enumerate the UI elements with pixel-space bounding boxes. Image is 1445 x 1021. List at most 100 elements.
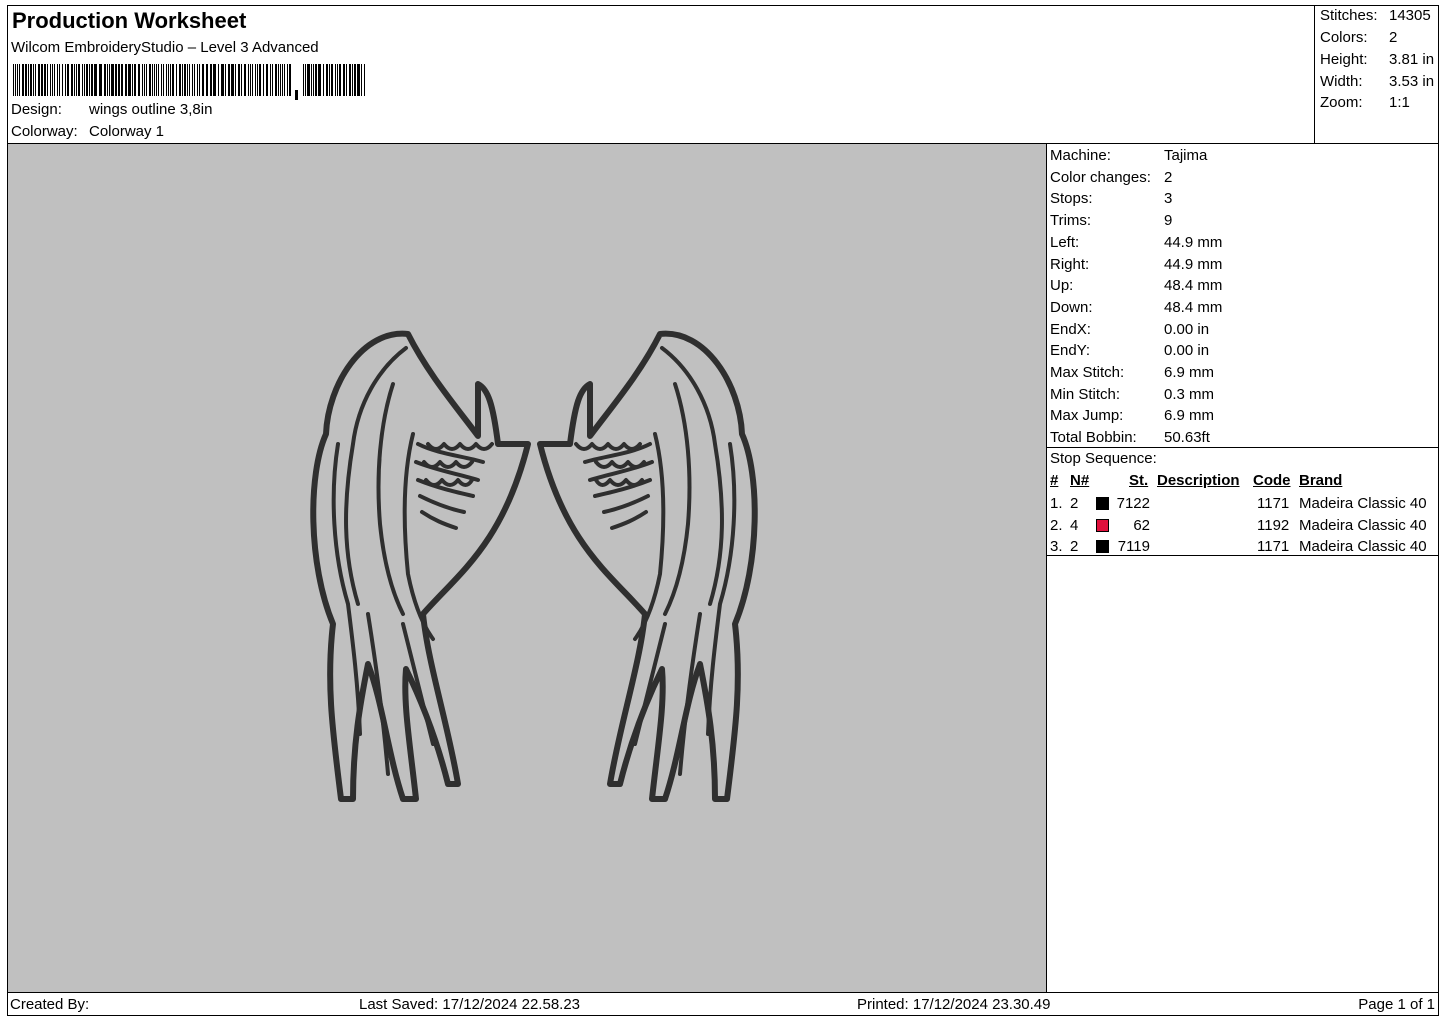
machine-info-label: Max Stitch: — [1050, 364, 1125, 381]
machine-info-row: Trims: 9 — [1050, 212, 1172, 229]
design-stats: Stitches: 14305 Colors: 2 Height: 3.81 in W… — [1314, 5, 1441, 144]
stat-value: 1:1 — [1389, 94, 1410, 111]
stat-label: Width: — [1320, 73, 1363, 90]
machine-info-row: Max Jump: 6.9 mm — [1050, 407, 1214, 424]
wings-design-image — [310, 330, 758, 802]
design-canvas[interactable] — [7, 143, 1047, 993]
stop-sequence-title: Stop Sequence: — [1050, 450, 1157, 467]
stop-code: 1171 — [1257, 495, 1290, 512]
machine-info-row: Stops: 3 — [1050, 190, 1172, 207]
machine-info-label: Min Stitch: — [1050, 385, 1121, 403]
stat-value: 3.81 in — [1389, 51, 1435, 68]
machine-info-label: Up: — [1050, 277, 1074, 295]
machine-info-value: 0.3 mm — [1164, 385, 1215, 403]
machine-info-row: Down: 48.4 mm — [1050, 299, 1222, 316]
machine-info-row: Min Stitch: 0.3 mm — [1050, 386, 1214, 403]
stop-brand: Madeira Classic 40 — [1299, 516, 1427, 534]
stop-needle: 2 — [1070, 538, 1079, 556]
machine-info-value: 6.9 mm — [1164, 407, 1215, 425]
machine-info-label: Stops: — [1050, 190, 1093, 208]
worksheet-footer: Created By: Last Saved: 17/12/2024 22.58… — [7, 992, 1439, 1016]
machine-info-value: 48.4 mm — [1164, 298, 1223, 316]
created-by: Created By: — [10, 996, 90, 1013]
printed-date: Printed: 17/12/2024 23.30.49 — [857, 996, 1051, 1013]
machine-info-row: Total Bobbin: 50.63ft — [1050, 429, 1210, 446]
col-header-description: Description — [1157, 472, 1240, 489]
machine-info-value: 3 — [1164, 190, 1173, 208]
left-wing-outline — [310, 330, 531, 802]
info-sidebar: Machine: Tajima Color changes: 2 Stops: 3 Trim… — [1046, 143, 1439, 993]
colorway-value: Colorway 1 — [89, 123, 165, 140]
left-wing — [310, 330, 531, 802]
stat-label: Stitches: — [1320, 7, 1378, 24]
thread-color-swatch — [1096, 540, 1109, 554]
stat-value: 14305 — [1389, 7, 1431, 24]
col-header-code: Code — [1253, 472, 1291, 489]
barcode-image — [13, 64, 365, 100]
stop-num: 1. — [1050, 495, 1063, 512]
stop-code: 1171 — [1257, 538, 1290, 556]
machine-info-label: Machine: — [1050, 147, 1111, 164]
machine-info-label: Left: — [1050, 233, 1080, 251]
machine-info-value: 9 — [1164, 212, 1173, 230]
stat-height: Height: 3.81 in — [1320, 51, 1434, 68]
page-number: Page 1 of 1 — [1358, 996, 1435, 1013]
right-wing — [537, 330, 758, 802]
machine-info-value: 44.9 mm — [1164, 233, 1223, 251]
design-label: Design: — [11, 101, 62, 118]
stop-stitches: 7119 — [1117, 538, 1150, 556]
stat-label: Height: — [1320, 51, 1368, 68]
machine-info-label: Max Jump: — [1050, 407, 1124, 425]
stat-width: Width: 3.53 in — [1320, 73, 1434, 90]
machine-info-row: Color changes: 2 — [1050, 169, 1172, 186]
machine-info-label: Total Bobbin: — [1050, 429, 1137, 447]
machine-info-value: Tajima — [1164, 147, 1208, 164]
machine-info-row: Up: 48.4 mm — [1050, 277, 1222, 294]
design-value: wings outline 3,8in — [89, 101, 213, 118]
thread-color-swatch — [1096, 518, 1109, 532]
software-name: Wilcom EmbroideryStudio – Level 3 Advanc… — [11, 39, 319, 56]
machine-info-value: 0.00 in — [1164, 342, 1210, 360]
col-header-st: St. — [1129, 472, 1149, 489]
last-saved: Last Saved: 17/12/2024 22.58.23 — [359, 996, 581, 1013]
thread-color-swatch — [1096, 497, 1109, 510]
machine-info-row: EndY: 0.00 in — [1050, 342, 1209, 359]
page-title: Production Worksheet — [12, 8, 247, 33]
stat-value: 3.53 in — [1389, 73, 1435, 90]
right-wing-outline — [537, 330, 758, 802]
colorway-label: Colorway: — [11, 123, 78, 140]
stop-brand: Madeira Classic 40 — [1299, 495, 1427, 512]
stop-brand: Madeira Classic 40 — [1299, 538, 1427, 556]
worksheet-header: Production Worksheet Wilcom EmbroiderySt… — [7, 5, 1439, 144]
machine-info-value: 6.9 mm — [1164, 364, 1215, 381]
machine-info-value: 2 — [1164, 168, 1173, 186]
stat-label: Zoom: — [1320, 94, 1363, 111]
machine-info-label: Right: — [1050, 255, 1090, 273]
col-header-brand: Brand — [1299, 472, 1343, 489]
machine-info-row: Machine: Tajima — [1050, 147, 1207, 164]
stop-num: 2. — [1050, 516, 1063, 534]
colorway-row: Colorway: Colorway 1 — [11, 123, 164, 140]
machine-info-value: 50.63ft — [1164, 429, 1210, 447]
stat-stitches: Stitches: 14305 — [1320, 7, 1431, 24]
machine-info-label: EndX: — [1050, 320, 1091, 338]
col-header-n: N# — [1070, 472, 1090, 489]
stop-needle: 2 — [1070, 495, 1079, 512]
stat-value: 2 — [1389, 29, 1398, 46]
stat-label: Colors: — [1320, 29, 1368, 46]
machine-info-label: Color changes: — [1050, 168, 1151, 186]
machine-info-row: Left: 44.9 mm — [1050, 234, 1222, 251]
machine-info-panel: Machine: Tajima Color changes: 2 Stops: 3 Trim… — [1047, 144, 1438, 448]
stop-num: 3. — [1050, 538, 1063, 556]
design-row: Design: wings outline 3,8in — [11, 101, 212, 118]
machine-info-row: EndX: 0.00 in — [1050, 321, 1209, 338]
machine-info-label: Trims: — [1050, 212, 1092, 230]
stat-zoom: Zoom: 1:1 — [1320, 94, 1410, 111]
stop-sequence-panel: Stop Sequence: # N# St. Description Code… — [1047, 447, 1438, 556]
col-header-num: # — [1050, 472, 1059, 489]
stop-stitches: 62 — [1133, 516, 1150, 534]
stat-colors: Colors: 2 — [1320, 29, 1397, 46]
machine-info-label: Down: — [1050, 298, 1093, 316]
stop-needle: 4 — [1070, 516, 1079, 534]
stop-stitches: 7122 — [1116, 495, 1150, 512]
